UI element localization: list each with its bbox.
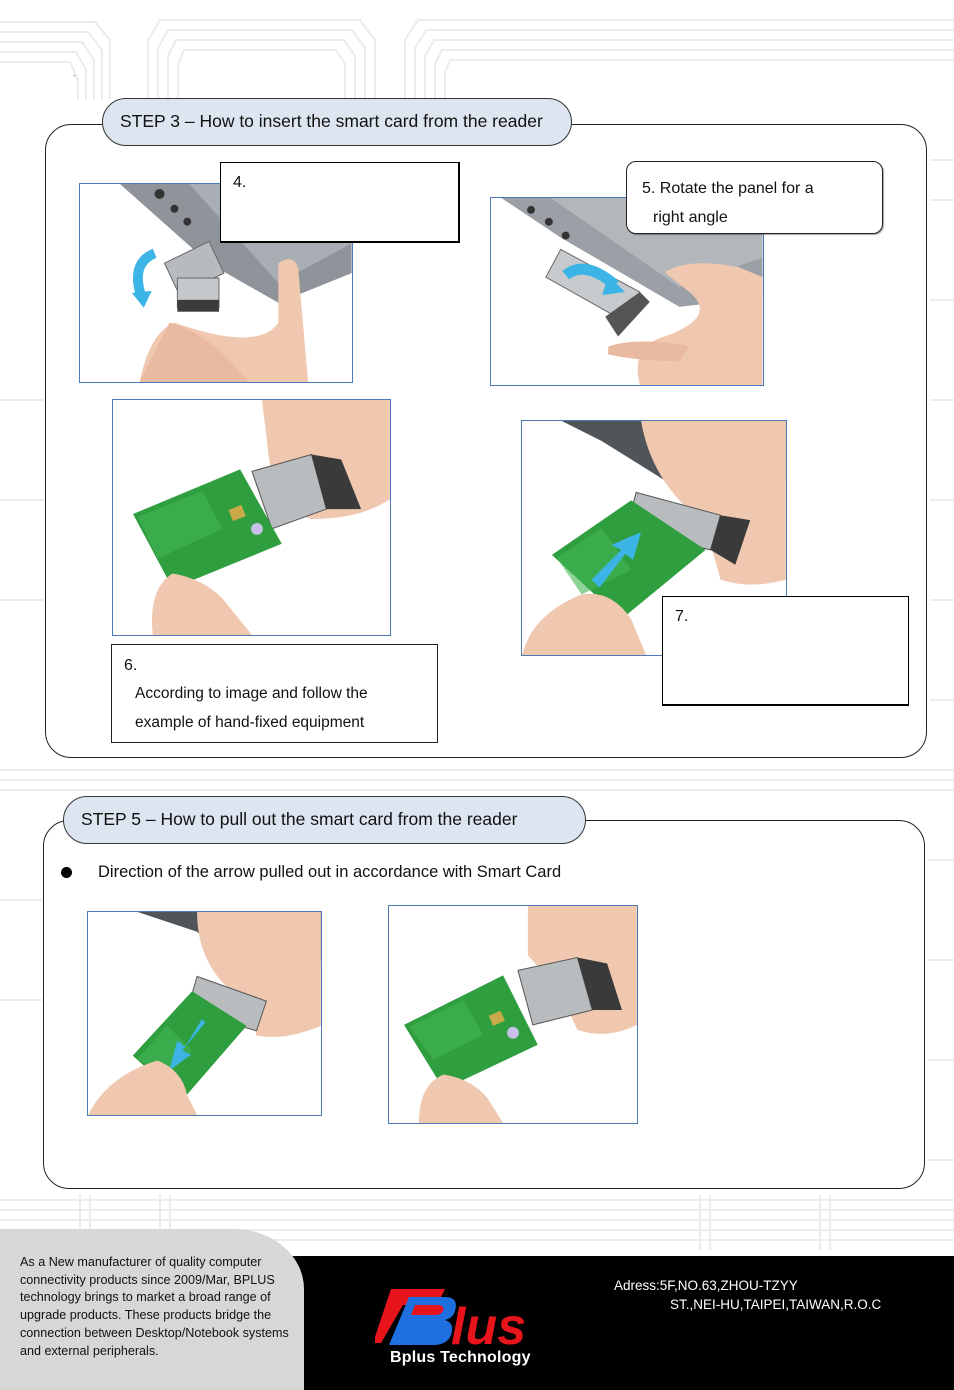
step3-caption-4: 4. (220, 162, 460, 243)
caption-5-line1: 5. Rotate the panel for a (642, 180, 814, 197)
caption-6-body: According to image and follow the exampl… (124, 679, 437, 737)
caption-5-line2: right angle (653, 209, 728, 226)
step3-caption-7: 7. (662, 596, 909, 706)
step5-bullet-text: Direction of the arrow pulled out in acc… (98, 863, 562, 881)
caption-6-body-line2: example of hand-fixed equipment (135, 714, 365, 731)
bullet-dot-icon (61, 867, 72, 878)
step3-title: STEP 3 – How to insert the smart card fr… (102, 98, 572, 146)
address-line2: ST.,NEI-HU,TAIPEI,TAIWAN,R.O.C (670, 1297, 882, 1312)
step5-title: STEP 5 – How to pull out the smart card … (63, 796, 586, 844)
step5-photo-card-pull (87, 911, 322, 1116)
address-line1: Adress:5F,NO.63,ZHOU-TZYY (614, 1278, 798, 1293)
step3-caption-6: 6. According to image and follow the exa… (111, 644, 438, 743)
card-removed-photo-icon (404, 906, 637, 1123)
caption-6-number: 6. (124, 657, 138, 674)
caption-6-body-line1: According to image and follow the (135, 685, 368, 702)
logo-lus-text: lus (451, 1298, 526, 1356)
step3-caption-5: 5. Rotate the panel for a right angle (626, 161, 883, 234)
step5-bullet-item: Direction of the arrow pulled out in acc… (61, 863, 561, 882)
card-pull-arrow-photo-icon (88, 912, 321, 1115)
step5-photo-card-removed (388, 905, 638, 1124)
caption-4-number: 4. (233, 174, 247, 191)
card-beside-reader-photo-icon (133, 400, 390, 635)
step3-photo-card-beside (112, 399, 391, 636)
logo-tagline: Bplus Technology (390, 1349, 531, 1366)
caption-7-number: 7. (675, 608, 689, 625)
footer-address: Adress:5F,NO.63,ZHOU-TZYY ST.,NEI-HU,TAI… (614, 1276, 881, 1314)
stray-backtick-mark: ` (73, 74, 76, 84)
footer-about-text: As a New manufacturer of quality compute… (20, 1255, 289, 1358)
